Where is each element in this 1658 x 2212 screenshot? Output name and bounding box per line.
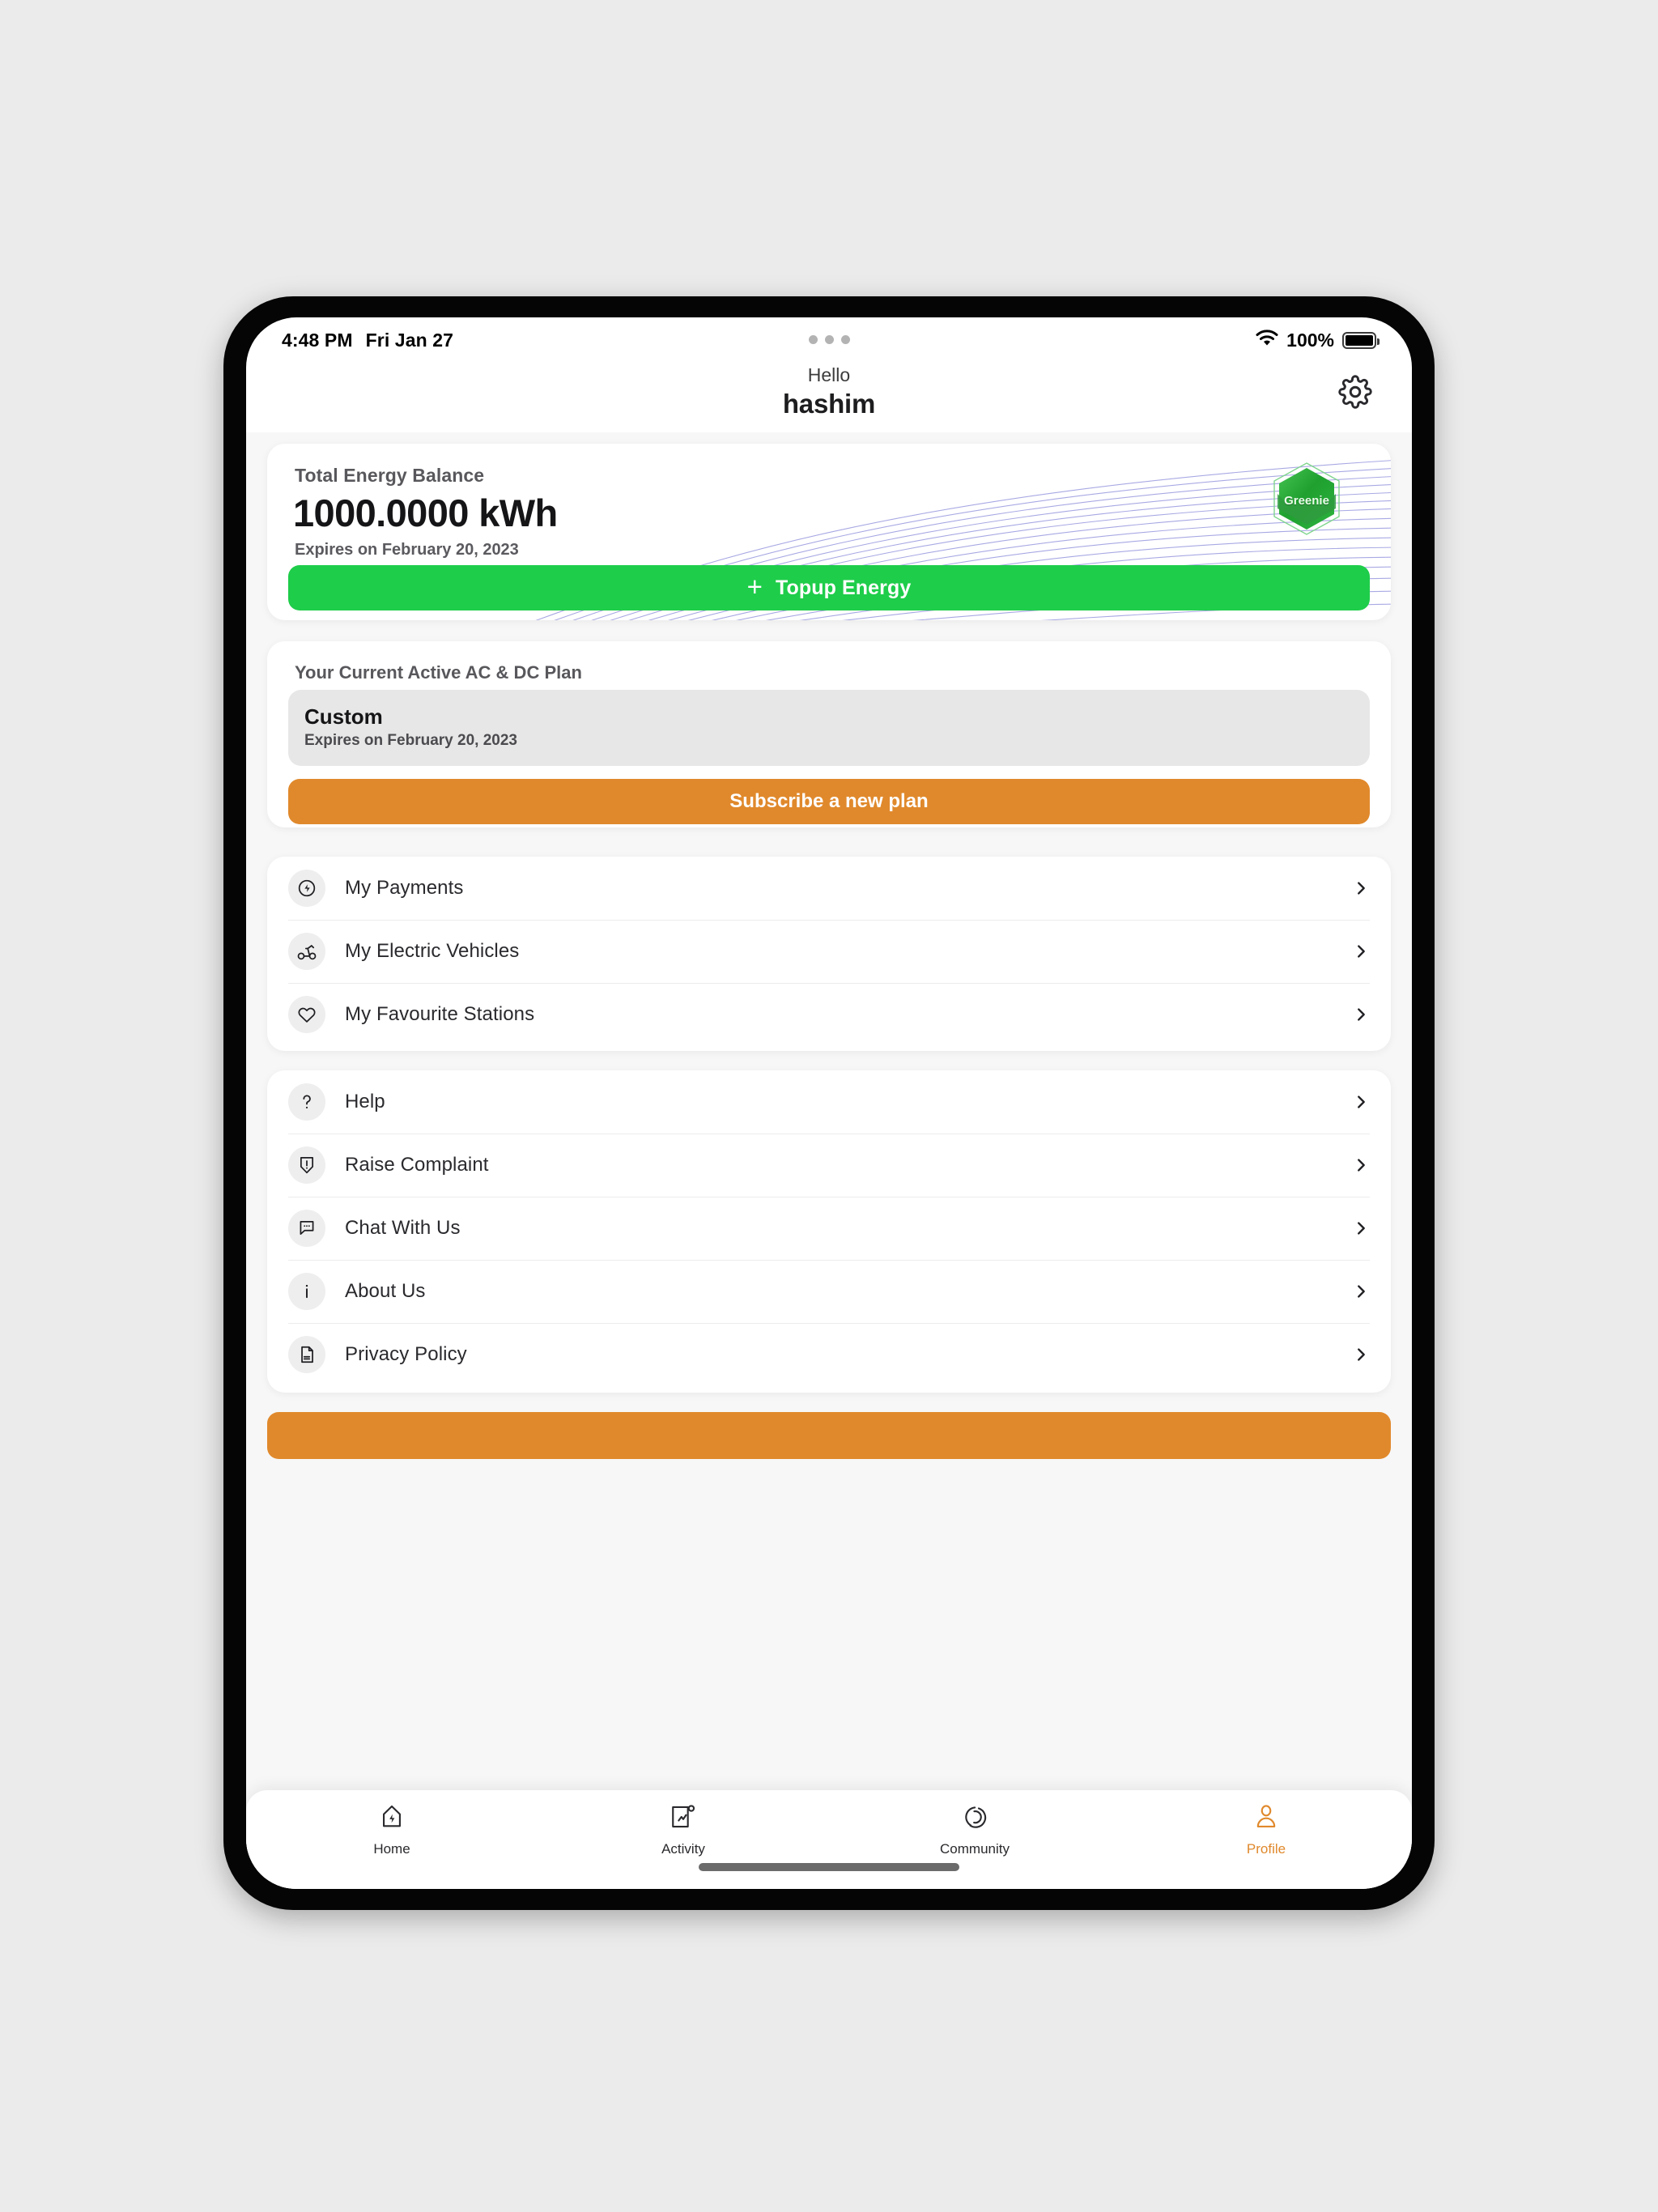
settings-button[interactable] xyxy=(1333,371,1378,416)
page-body: Total Energy Balance 1000.0000 kWh Expir… xyxy=(246,432,1412,1889)
subscribe-label: Subscribe a new plan xyxy=(729,790,929,812)
plan-name: Custom xyxy=(304,704,383,729)
home-indicator[interactable] xyxy=(699,1863,959,1871)
user-name: hashim xyxy=(782,389,876,419)
greeting-block: Hello hashim xyxy=(246,363,1412,421)
energy-balance-card: Total Energy Balance 1000.0000 kWh Expir… xyxy=(267,444,1391,620)
list-item-label: Raise Complaint xyxy=(345,1154,489,1176)
tablet-device-frame: 4:48 PM Fri Jan 27 100% Hello hashim Tot… xyxy=(223,296,1435,1910)
heart-icon xyxy=(288,996,325,1033)
list-item-chat-with-us[interactable]: Chat With Us xyxy=(267,1197,1391,1260)
list-item-label: My Favourite Stations xyxy=(345,1003,535,1025)
list-item-my-favourite-stations[interactable]: My Favourite Stations xyxy=(267,983,1391,1046)
greenie-badge: Greenie xyxy=(1266,458,1347,539)
dot-icon xyxy=(824,335,834,344)
list-item-label: Privacy Policy xyxy=(345,1343,467,1365)
list-item-label: My Electric Vehicles xyxy=(345,940,520,962)
tab-label: Activity xyxy=(661,1841,705,1857)
greeting-text: Hello xyxy=(807,364,851,385)
balance-title: Total Energy Balance xyxy=(295,465,485,486)
active-plan-card: Your Current Active AC & DC Plan Custom … xyxy=(267,641,1391,827)
person-icon xyxy=(1252,1803,1280,1835)
shield-alert-icon xyxy=(288,1146,325,1184)
plan-card-title: Your Current Active AC & DC Plan xyxy=(295,662,582,683)
wifi-icon xyxy=(1256,329,1278,351)
list-item-privacy-policy[interactable]: Privacy Policy xyxy=(267,1323,1391,1386)
badge-label: Greenie xyxy=(1284,494,1329,508)
chevron-right-icon xyxy=(1352,1093,1370,1111)
chat-bubble-icon xyxy=(288,1210,325,1247)
list-item-my-electric-vehicles[interactable]: My Electric Vehicles xyxy=(267,920,1391,983)
chevron-right-icon xyxy=(1352,1006,1370,1023)
document-icon xyxy=(288,1336,325,1373)
battery-percentage: 100% xyxy=(1286,329,1334,351)
device-screen: 4:48 PM Fri Jan 27 100% Hello hashim Tot… xyxy=(246,317,1412,1889)
scooter-icon xyxy=(288,933,325,970)
status-time: 4:48 PM xyxy=(282,329,353,351)
bottom-tab-bar: Home Activity Community Profile xyxy=(246,1790,1412,1889)
tab-label: Profile xyxy=(1246,1841,1286,1857)
community-circles-icon xyxy=(961,1803,988,1835)
tab-community[interactable]: Community xyxy=(829,1803,1120,1857)
subscribe-new-plan-button[interactable]: Subscribe a new plan xyxy=(288,779,1370,824)
list-item-my-payments[interactable]: My Payments xyxy=(267,857,1391,920)
chevron-right-icon xyxy=(1352,1156,1370,1174)
dot-icon xyxy=(808,335,818,344)
question-mark-icon xyxy=(288,1083,325,1121)
status-bar-right: 100% xyxy=(1256,329,1380,351)
bolt-circle-icon xyxy=(288,870,325,907)
chevron-right-icon xyxy=(1352,942,1370,960)
gear-icon xyxy=(1338,374,1372,413)
activity-chart-icon xyxy=(670,1803,697,1835)
chevron-right-icon xyxy=(1352,879,1370,897)
current-plan-box: Custom Expires on February 20, 2023 xyxy=(288,690,1370,766)
list-item-label: My Payments xyxy=(345,877,464,899)
support-menu-card: Help Raise Complaint Chat With Us About … xyxy=(267,1070,1391,1393)
balance-expiry: Expires on February 20, 2023 xyxy=(295,541,519,559)
bottom-action-button[interactable] xyxy=(267,1412,1391,1459)
account-menu-card: My Payments My Electric Vehicles My Favo… xyxy=(267,857,1391,1051)
tab-home[interactable]: Home xyxy=(246,1803,538,1857)
tab-label: Home xyxy=(373,1841,410,1857)
battery-full-icon xyxy=(1342,331,1380,349)
home-bolt-icon xyxy=(378,1803,406,1835)
plan-expiry: Expires on February 20, 2023 xyxy=(304,732,517,749)
tab-label: Community xyxy=(940,1841,1010,1857)
balance-value: 1000.0000 kWh xyxy=(293,491,558,534)
list-item-label: Chat With Us xyxy=(345,1217,461,1239)
dot-icon xyxy=(840,335,850,344)
list-item-help[interactable]: Help xyxy=(267,1070,1391,1134)
status-bar-left: 4:48 PM Fri Jan 27 xyxy=(282,330,453,351)
tab-profile[interactable]: Profile xyxy=(1120,1803,1412,1857)
screenshot-stage: 4:48 PM Fri Jan 27 100% Hello hashim Tot… xyxy=(0,0,1658,2212)
app-header: Hello hashim xyxy=(246,363,1412,432)
topup-energy-button[interactable]: + Topup Energy xyxy=(288,565,1370,610)
tab-activity[interactable]: Activity xyxy=(538,1803,829,1857)
list-item-label: About Us xyxy=(345,1280,426,1302)
chevron-right-icon xyxy=(1352,1219,1370,1237)
status-bar: 4:48 PM Fri Jan 27 100% xyxy=(246,317,1412,363)
chevron-right-icon xyxy=(1352,1283,1370,1300)
topup-energy-label: Topup Energy xyxy=(775,576,912,599)
status-date: Fri Jan 27 xyxy=(365,329,454,351)
chevron-right-icon xyxy=(1352,1346,1370,1363)
list-item-raise-complaint[interactable]: Raise Complaint xyxy=(267,1134,1391,1197)
list-item-label: Help xyxy=(345,1091,385,1112)
info-icon xyxy=(288,1273,325,1310)
list-item-about-us[interactable]: About Us xyxy=(267,1260,1391,1323)
